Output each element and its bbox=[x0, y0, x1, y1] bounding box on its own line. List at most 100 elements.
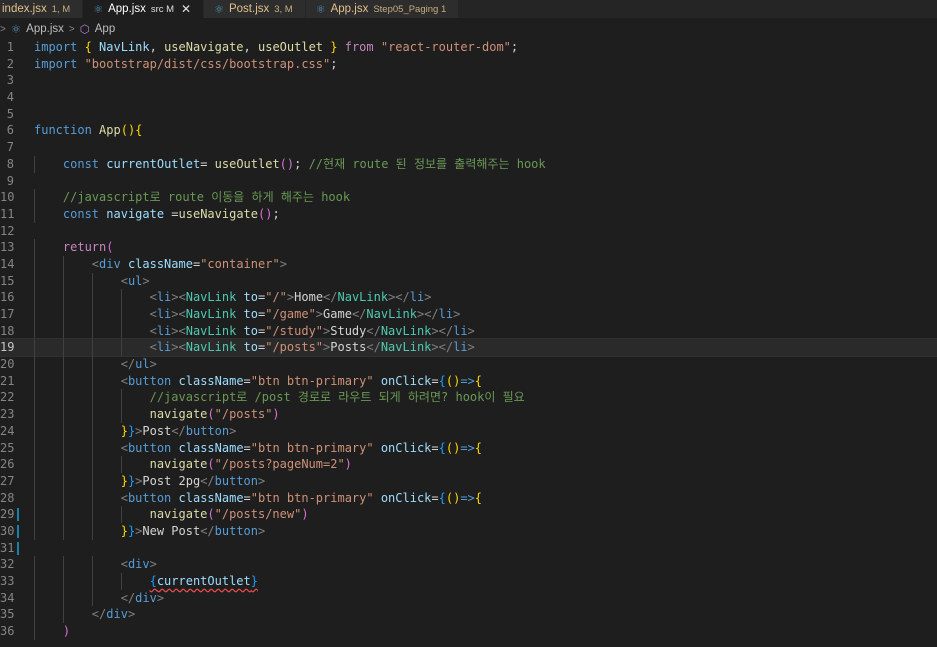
code-line[interactable]: 1 import { NavLink, useNavigate, useOutle… bbox=[0, 39, 937, 56]
code-text: <button className="btn btn-primary" onCl… bbox=[34, 490, 482, 507]
line-number: 9 bbox=[6, 173, 14, 188]
tab-post-jsx[interactable]: ⚛ Post.jsx 3, M bbox=[204, 0, 306, 18]
tab-description: 1, M bbox=[51, 3, 71, 15]
tab-app-jsx-active[interactable]: ⚛ App.jsx src M ✕ bbox=[83, 0, 205, 18]
code-line[interactable]: 17 <li><NavLink to="/game">Game</NavLink… bbox=[0, 306, 937, 323]
react-icon: ⚛ bbox=[93, 3, 104, 16]
code-line[interactable]: 9 bbox=[0, 173, 937, 190]
code-line[interactable]: 26 navigate("/posts?pageNum=2") bbox=[0, 456, 937, 473]
code-token: { bbox=[474, 373, 483, 388]
code-line[interactable]: 20 </ul> bbox=[0, 356, 937, 373]
code-token: useOutlet bbox=[214, 156, 280, 171]
code-token: } bbox=[323, 40, 345, 54]
line-number: 21 bbox=[0, 373, 15, 388]
code-line[interactable]: 24 }}>Post</button> bbox=[0, 422, 937, 440]
tab-app-jsx-paging[interactable]: ⚛ App.jsx Step05_Paging 1 bbox=[305, 0, 460, 18]
line-number: 17 bbox=[0, 307, 15, 321]
code-token: > bbox=[258, 523, 266, 538]
code-token: Study bbox=[330, 323, 367, 338]
code-token: > bbox=[127, 607, 136, 622]
code-token: { bbox=[474, 490, 483, 505]
code-line[interactable]: 18 <li><NavLink to="/study">Study</NavLi… bbox=[0, 322, 937, 340]
code-line[interactable]: 25 <button className="btn btn-primary" o… bbox=[0, 439, 937, 457]
breadcrumb-symbol[interactable]: App bbox=[95, 23, 115, 35]
code-line[interactable]: 10 //javascript로 route 이동을 하게 해주는 hook bbox=[0, 189, 937, 206]
code-token: > bbox=[258, 473, 266, 488]
code-token: ( bbox=[207, 407, 215, 422]
code-line[interactable]: 23 navigate("/posts") bbox=[0, 406, 937, 423]
code-line[interactable]: 27 }}>Post 2pg</button> bbox=[0, 472, 937, 490]
code-line[interactable]: 3 bbox=[0, 72, 937, 89]
code-line[interactable]: 16 <li><NavLink to="/">Home</NavLink></l… bbox=[0, 289, 937, 306]
modified-line-marker bbox=[17, 524, 19, 538]
code-line[interactable]: 28 <button className="btn btn-primary" o… bbox=[0, 489, 937, 507]
code-token: </ bbox=[91, 607, 107, 622]
code-line[interactable]: 12 bbox=[0, 223, 937, 240]
code-line[interactable]: 34 </div> bbox=[0, 589, 937, 607]
tab-index-jsx[interactable]: index.jsx 1, M bbox=[0, 0, 84, 18]
code-token: ></ bbox=[431, 323, 454, 338]
code-token: > bbox=[467, 323, 475, 338]
code-line[interactable]: 30 }}>New Post</button> bbox=[0, 522, 937, 540]
code-token: < bbox=[149, 307, 157, 321]
code-line[interactable]: 31 bbox=[0, 540, 937, 557]
code-line[interactable]: 11 const navigate =useNavigate(); bbox=[0, 205, 937, 223]
code-line[interactable]: 13 return( bbox=[0, 239, 937, 256]
code-token: li bbox=[453, 323, 468, 338]
code-line[interactable]: 33 {currentOutlet} bbox=[0, 573, 937, 590]
code-line[interactable]: 14 <div className="container"> bbox=[0, 255, 937, 273]
code-line[interactable]: 4 bbox=[0, 89, 937, 106]
code-text: const navigate =useNavigate(); bbox=[34, 206, 280, 223]
line-number: 10 bbox=[0, 190, 15, 205]
code-token: NavLink bbox=[380, 340, 432, 355]
code-line[interactable]: 36 ) bbox=[0, 623, 937, 640]
code-line[interactable]: 22 //javascript로 /post 경로로 라우트 되게 하려면? h… bbox=[0, 389, 937, 407]
code-token: ( bbox=[207, 507, 215, 522]
code-token: div bbox=[127, 557, 150, 572]
code-text: <li><NavLink to="/">Home</NavLink></li> bbox=[34, 289, 432, 306]
code-line[interactable]: 8 const currentOutlet= useOutlet(); //현재… bbox=[0, 155, 937, 173]
code-token: < bbox=[120, 373, 128, 388]
code-token: >< bbox=[171, 323, 186, 338]
code-token: button bbox=[214, 473, 259, 488]
line-number: 5 bbox=[6, 106, 14, 121]
code-line[interactable]: 7 bbox=[0, 139, 937, 156]
close-icon[interactable]: ✕ bbox=[181, 2, 191, 16]
code-token: useOutlet bbox=[258, 40, 324, 54]
code-line[interactable]: 29 navigate("/posts/new") bbox=[0, 506, 937, 523]
code-line[interactable]: 19 <li><NavLink to="/posts">Posts</NavLi… bbox=[0, 338, 937, 358]
line-number: 31 bbox=[0, 540, 15, 555]
code-token: currentOutlet bbox=[106, 156, 201, 171]
code-token: ( bbox=[207, 457, 215, 472]
code-text: <ul> bbox=[34, 273, 150, 290]
code-token: </ bbox=[200, 473, 215, 488]
code-token: () bbox=[445, 373, 461, 388]
code-line[interactable]: 6 function App(){ bbox=[0, 122, 937, 139]
code-token: </ bbox=[323, 290, 338, 305]
code-line[interactable]: 32 <div> bbox=[0, 556, 937, 573]
code-line[interactable]: 2 import "bootstrap/dist/css/bootstrap.cs… bbox=[0, 56, 937, 73]
code-line[interactable]: 5 bbox=[0, 106, 937, 123]
chevron-right-icon: > bbox=[68, 23, 75, 35]
code-token: Game bbox=[323, 307, 352, 321]
code-token: button bbox=[214, 523, 259, 538]
error-squiggle[interactable]: {currentOutlet} bbox=[150, 574, 258, 588]
code-token: >< bbox=[171, 307, 186, 321]
code-line[interactable]: 15 <ul> bbox=[0, 272, 937, 290]
code-token: < bbox=[149, 290, 157, 305]
code-token: } bbox=[250, 574, 258, 588]
code-token: "/posts" bbox=[265, 340, 324, 355]
line-number: 25 bbox=[0, 440, 15, 455]
code-line[interactable]: 21 <button className="btn btn-primary" o… bbox=[0, 372, 937, 390]
code-token: navigate bbox=[149, 507, 208, 522]
line-number: 6 bbox=[6, 123, 14, 138]
breadcrumb-file[interactable]: App.jsx bbox=[26, 23, 64, 35]
code-editor[interactable]: 1 import { NavLink, useNavigate, useOutle… bbox=[0, 39, 937, 640]
code-line[interactable]: 35 </div> bbox=[0, 606, 937, 624]
